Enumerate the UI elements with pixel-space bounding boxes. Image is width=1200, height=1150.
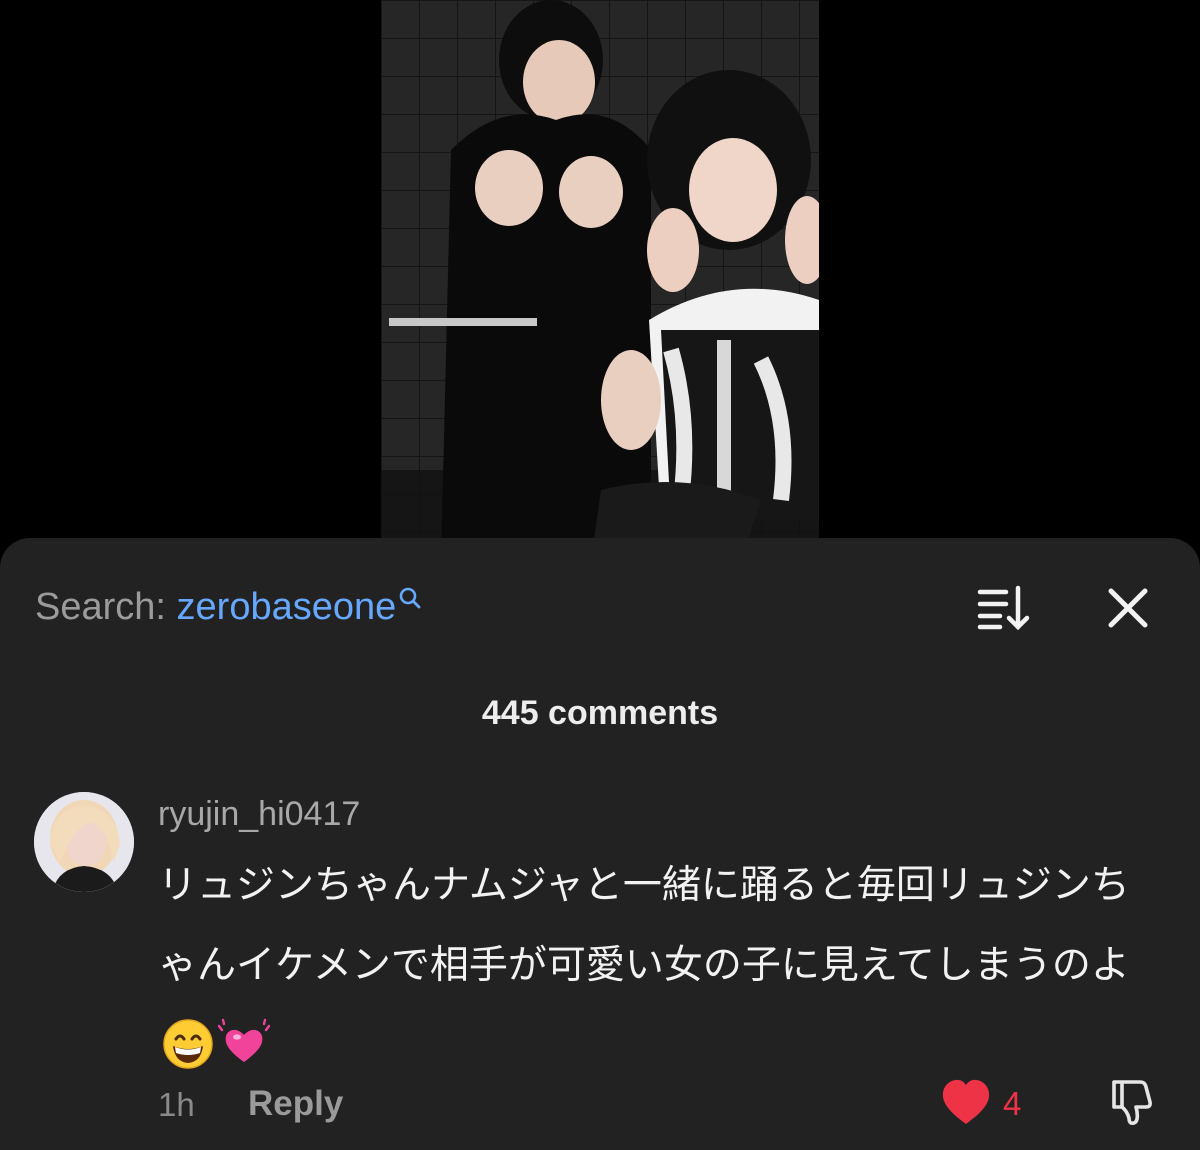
video-preview[interactable] [381, 0, 819, 560]
search-icon [399, 587, 421, 609]
avatar[interactable] [34, 792, 134, 892]
grinning-face-emoji [163, 1018, 213, 1069]
screen: Search: zerobaseone 445 comments ryujin_… [0, 0, 1200, 1150]
thumbs-down-icon[interactable] [1106, 1076, 1158, 1128]
comment-item: ryujin_hi0417 リュジンちゃんナムジャと一緒に踊ると毎回リュジンちゃ… [0, 786, 1200, 1150]
close-icon[interactable] [1102, 582, 1154, 634]
video-frame-image [381, 0, 819, 560]
reply-button[interactable]: Reply [248, 1082, 343, 1126]
username-link[interactable]: ryujin_hi0417 [158, 794, 360, 834]
comment-count: 445 comments [481, 694, 719, 732]
search-suggestion[interactable]: Search: zerobaseone [35, 582, 421, 632]
avatar-image [34, 792, 134, 892]
comments-sheet: Search: zerobaseone 445 comments ryujin_… [0, 538, 1200, 1150]
like-count: 4 [1003, 1085, 1022, 1122]
comment-timestamp: 1h [158, 1086, 195, 1123]
beating-heart-emoji [218, 1018, 270, 1062]
search-prefix: Search: [35, 586, 166, 628]
heart-icon[interactable] [940, 1078, 992, 1126]
comment-text: リュジンちゃんナムジャと一緒に踊ると毎回リュジンちゃんイケメンで相手が可愛い女の… [158, 863, 1130, 988]
search-query-link[interactable]: zerobaseone [177, 586, 397, 628]
comment-text-block: リュジンちゃんナムジャと一緒に踊ると毎回リュジンちゃんイケメンで相手が可愛い女の… [158, 846, 1168, 1086]
sort-icon[interactable] [976, 584, 1034, 632]
